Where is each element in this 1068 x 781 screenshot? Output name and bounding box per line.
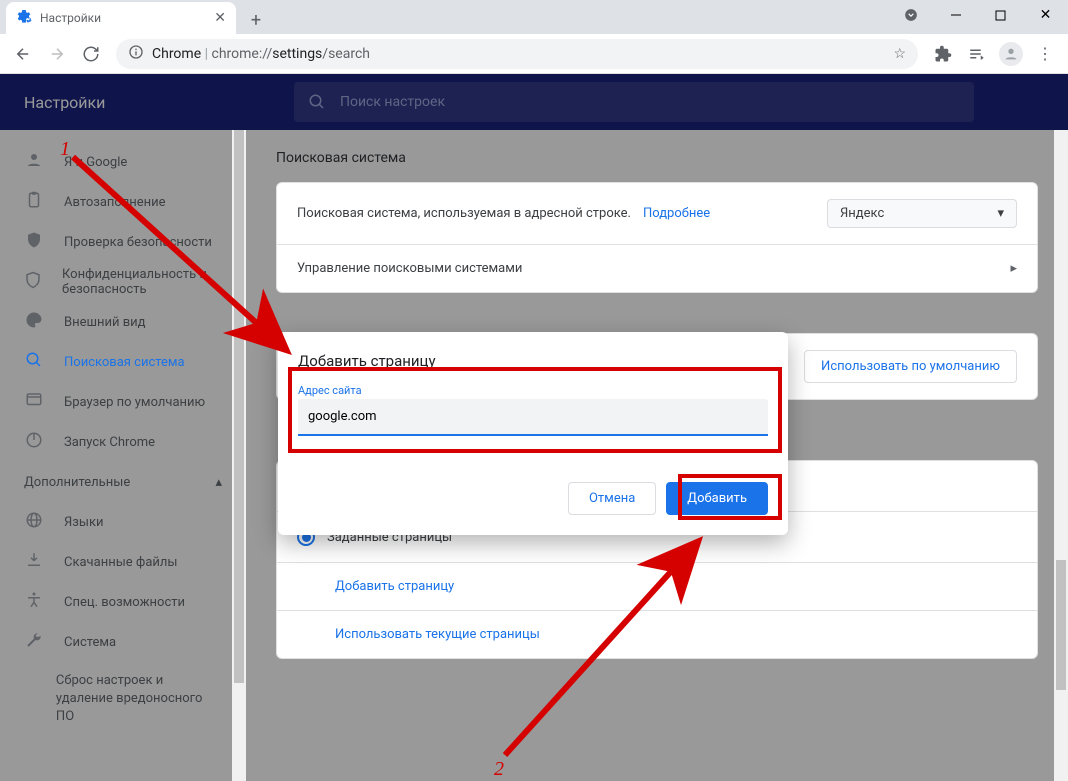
sidebar-item-me-google[interactable]: Я и Google (0, 142, 246, 182)
star-icon[interactable]: ☆ (893, 46, 906, 62)
search-engine-card: Поисковая система, используемая в адресн… (276, 182, 1038, 293)
annotation-number-2: 2 (494, 758, 504, 781)
avatar-icon (999, 42, 1023, 66)
close-icon[interactable]: ✕ (214, 10, 226, 26)
sidebar-item-startup[interactable]: Запуск Chrome (0, 422, 246, 462)
sidebar-group-advanced[interactable]: Дополнительные▴ (0, 462, 246, 502)
globe-icon (24, 511, 44, 533)
use-current-pages-row[interactable]: Использовать текущие страницы (277, 610, 1037, 658)
power-icon (24, 431, 44, 453)
sidebar-item-downloads[interactable]: Скачанные файлы (0, 542, 246, 582)
window-titlebar: Настройки ✕ + ✕ (0, 0, 1068, 34)
clipboard-icon (24, 191, 44, 213)
sidebar-item-languages[interactable]: Языки (0, 502, 246, 542)
sidebar-item-privacy[interactable]: Конфиденциальность и безопасность (0, 262, 246, 302)
address-bar[interactable]: Chrome | chrome://settings/search ☆ (116, 39, 918, 69)
accessibility-icon (24, 591, 44, 613)
chevron-up-icon: ▴ (215, 475, 222, 490)
person-icon (24, 151, 44, 173)
window-controls: ✕ (888, 0, 1068, 30)
download-icon (24, 551, 44, 573)
add-page-dialog: Добавить страницу Адрес сайта Отмена Доб… (278, 332, 788, 535)
add-button[interactable]: Добавить (666, 482, 768, 515)
reload-button[interactable] (76, 39, 106, 69)
back-button[interactable] (8, 39, 38, 69)
scrollbar-thumb[interactable] (234, 130, 244, 683)
chevron-right-icon: ▸ (1010, 261, 1017, 276)
sidebar-item-default-browser[interactable]: Браузер по умолчанию (0, 382, 246, 422)
sidebar-item-autofill[interactable]: Автозаполнение (0, 182, 246, 222)
manage-search-engines-row[interactable]: Управление поисковыми системами ▸ (277, 244, 1037, 292)
chevron-down-icon: ▾ (997, 206, 1004, 221)
account-indicator-icon[interactable] (888, 0, 933, 30)
wrench-icon (24, 631, 44, 653)
sidebar-item-appearance[interactable]: Внешний вид (0, 302, 246, 342)
annotation-number-1: 1 (60, 138, 70, 161)
shield-icon (24, 271, 42, 293)
settings-sidebar: Я и Google Автозаполнение Проверка безоп… (0, 130, 246, 781)
tab-title: Настройки (40, 11, 206, 25)
sidebar-item-system[interactable]: Система (0, 622, 246, 662)
main-scrollbar-thumb[interactable] (1056, 560, 1066, 690)
menu-button[interactable]: ⋮ (1030, 39, 1060, 69)
minimize-button[interactable] (933, 0, 978, 30)
browser-toolbar: Chrome | chrome://settings/search ☆ ⋮ (0, 34, 1068, 74)
browser-icon (24, 391, 44, 413)
gear-icon (16, 10, 32, 26)
shield-check-icon (24, 231, 44, 253)
sidebar-item-reset[interactable]: Сброс настроек и удаление вредоносного П… (0, 662, 246, 737)
close-window-button[interactable]: ✕ (1023, 0, 1068, 30)
site-info-icon[interactable] (128, 44, 144, 64)
profile-button[interactable] (996, 39, 1026, 69)
media-control-icon[interactable] (962, 39, 992, 69)
learn-more-link[interactable]: Подробнее (643, 206, 710, 221)
sidebar-item-accessibility[interactable]: Спец. возможности (0, 582, 246, 622)
add-page-link-row[interactable]: Добавить страницу (277, 562, 1037, 610)
cancel-button[interactable]: Отмена (568, 482, 656, 515)
maximize-button[interactable] (978, 0, 1023, 30)
extensions-icon[interactable] (928, 39, 958, 69)
search-icon (24, 351, 44, 373)
set-default-button[interactable]: Использовать по умолчанию (804, 350, 1017, 383)
new-tab-button[interactable]: + (242, 6, 270, 34)
site-url-input[interactable] (298, 399, 768, 436)
field-label: Адрес сайта (298, 384, 768, 397)
dialog-title: Добавить страницу (298, 352, 768, 370)
search-engine-select[interactable]: Яндекс ▾ (827, 199, 1017, 228)
sidebar-item-safety[interactable]: Проверка безопасности (0, 222, 246, 262)
palette-icon (24, 311, 44, 333)
url-text: Chrome | chrome://settings/search (152, 46, 885, 62)
forward-button[interactable] (42, 39, 72, 69)
browser-tab[interactable]: Настройки ✕ (6, 2, 236, 34)
sidebar-item-search-engine[interactable]: Поисковая система (0, 342, 246, 382)
search-engine-row: Поисковая система, используемая в адресн… (277, 183, 1037, 244)
section-title-search: Поисковая система (276, 150, 1038, 166)
